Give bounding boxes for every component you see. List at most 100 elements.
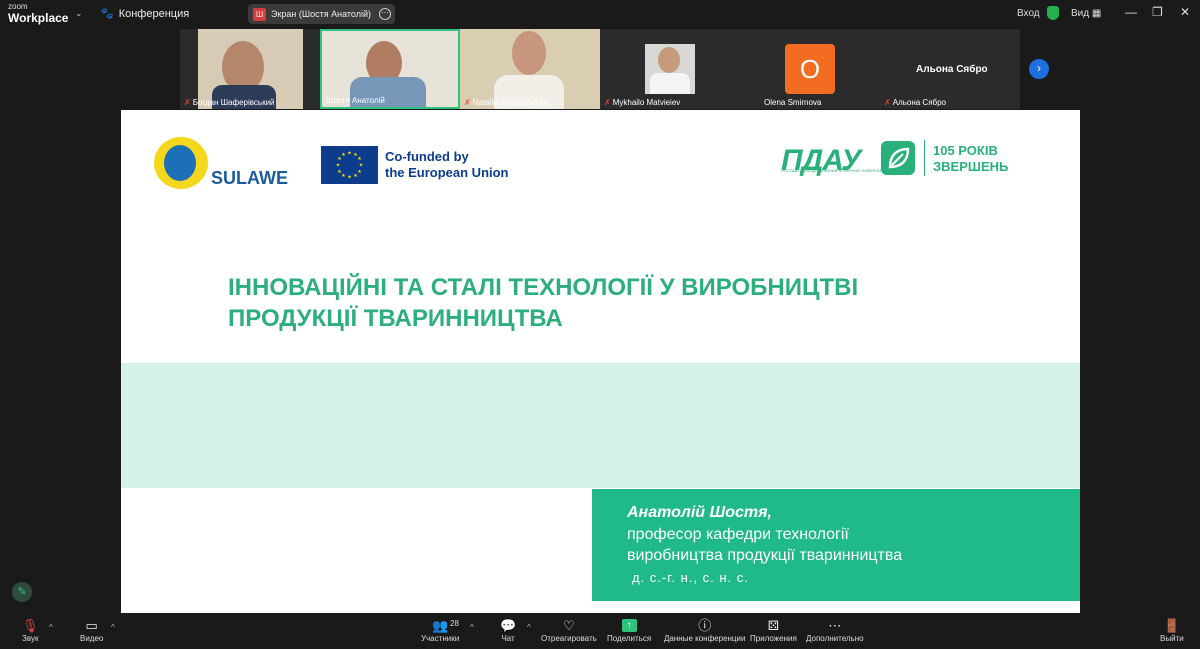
author-role-2: виробництва продукції тваринництва [627,547,903,564]
screen-share-indicator[interactable]: Ш Экран (Шостя Анатолій) ⋯ [248,4,395,24]
author-box: Анатолій Шостя, професор кафедри техноло… [592,489,1080,601]
apps-icon: ⚄ [767,618,780,633]
participant-tile[interactable]: ✗ Богдан Шаферівський [180,29,320,109]
more-options-icon[interactable]: ⋯ [379,8,391,20]
participant-label: Альона Сябро [892,98,947,107]
sharer-avatar: Ш [253,7,266,21]
react-button[interactable]: ♡ Отреагировать [541,617,597,643]
participant-label: Шостя Анатолій [326,96,385,105]
chat-icon: 💬 [500,618,517,633]
meeting-toolbar: 🎙 Звук ^ ▭ Видео ^ 👥 Участники 28 ^ 💬 Ча… [0,614,1200,649]
close-icon[interactable]: ✕ [1180,5,1190,19]
mic-muted-icon: ✗ [884,98,891,107]
chat-button[interactable]: 💬 Чат [500,617,516,643]
svg-text:★: ★ [341,152,346,158]
participant-tile[interactable]: Альона Сябро ✗ Альона Сябро [880,29,1020,109]
leave-button[interactable]: 🚪 Выйти [1160,617,1184,643]
react-label: Отреагировать [541,634,597,643]
mic-muted-icon: 🎙 [22,618,39,633]
svg-text:★: ★ [357,156,362,162]
accent-band [121,363,1080,488]
share-label: Экран (Шостя Анатолій) [271,9,372,19]
chevron-down-icon[interactable]: ⌄ [75,8,83,19]
participant-label: Olena Smirnova [764,98,822,107]
more-button[interactable]: ⋯ Дополнительно [806,617,864,643]
meeting-menu[interactable]: 🐾 Конференция [100,7,190,21]
title-bar: zoom Workplace ⌄ 🐾 Конференция Ш Экран (… [0,0,1200,28]
svg-text:★: ★ [357,169,362,175]
share-arrow-icon: ↑ [621,619,637,632]
exit-icon: 🚪 [1163,618,1180,633]
brand-top: zoom [8,2,28,11]
svg-text:★: ★ [353,173,358,179]
participant-name: ✗ Mykhailo Matvieiev [604,98,680,107]
info-label: Данные конференции [664,634,746,643]
video-label: Видео [80,634,104,643]
heart-icon: ♡ [563,618,575,633]
mic-muted-icon: ✗ [464,98,471,107]
participants-caret-icon[interactable]: ^ [470,623,474,632]
participant-label: Natallia Hryshchenko [472,98,549,107]
title-line-1: ІННОВАЦІЙНІ ТА СТАЛІ ТЕХНОЛОГІЇ У ВИРОБН… [228,274,859,301]
leaf-icon [881,141,915,175]
audio-label: Звук [22,634,39,643]
participant-display-name: Альона Сябро [916,64,988,75]
audio-caret-icon[interactable]: ^ [49,623,53,632]
next-page-icon[interactable]: › [1029,59,1049,79]
participants-strip: ✗ Богдан Шаферівський Шостя Анатолій ✗ Nat… [180,29,1020,109]
participant-name: Шостя Анатолій [326,96,385,105]
more-label: Дополнительно [806,634,864,643]
participants-count: 28 [450,619,459,628]
participant-name: Olena Smirnova [764,98,821,107]
mic-muted-icon: ✗ [604,98,611,107]
camera-icon: ▭ [85,618,98,633]
video-shirt [650,73,690,94]
signin-button[interactable]: Вход [1017,8,1040,19]
video-person [658,47,680,73]
paw-icon: 🐾 [100,8,114,20]
view-button[interactable]: Вид ▦ [1071,8,1101,19]
participant-tile[interactable]: ✗ Mykhailo Matvieiev [600,29,740,109]
shared-slide: SULAWE ★ ★ ★ ★ ★ ★ ★ ★ ★ ★ ★ ★ Co-funded by the … [121,110,1080,613]
sulawe-logo [154,137,208,189]
participant-name: ✗ Богдан Шаферівський [184,98,275,107]
eu-line-2: the European Union [385,165,509,180]
participant-tile[interactable]: O Olena Smirnova [740,29,880,109]
years-badge: 105 РОКІВ ЗВЕРШЕНЬ [933,143,1008,175]
view-label: Вид [1071,8,1090,19]
more-icon: ⋯ [828,618,842,633]
leave-label: Выйти [1160,634,1184,643]
video-button[interactable]: ▭ Видео [80,617,103,643]
slide-title: ІННОВАЦІЙНІ ТА СТАЛІ ТЕХНОЛОГІЇ У ВИРОБН… [228,272,1028,334]
brand-bottom: Workplace [8,11,69,25]
years-line-1: 105 РОКІВ [933,143,998,158]
chat-label: Чат [501,634,515,643]
svg-text:★: ★ [337,169,342,175]
info-icon: ⓘ [698,618,712,633]
author-name: Анатолій Шостя, [627,504,772,521]
divider [924,140,925,176]
participant-tile[interactable]: ✗ Natallia Hryshchenko [460,29,600,109]
apps-button[interactable]: ⚄ Приложения [750,617,797,643]
participant-label: Mykhailo Matvieiev [612,98,681,107]
minimize-icon[interactable]: — [1125,5,1137,19]
apps-label: Приложения [750,634,797,643]
people-icon: 👥 [432,618,449,633]
sulawe-text: SULAWE [211,168,289,188]
shield-icon[interactable] [1047,6,1059,20]
video-caret-icon[interactable]: ^ [111,623,115,632]
participant-tile-active[interactable]: Шостя Анатолій [320,29,460,109]
eu-line-1: Co-funded by [385,149,469,164]
restore-icon[interactable]: ❐ [1152,5,1163,19]
audio-button[interactable]: 🎙 Звук [22,617,39,643]
share-button[interactable]: ↑ Поделиться [607,617,651,643]
chat-caret-icon[interactable]: ^ [527,623,531,632]
annotate-pen-icon[interactable]: ✎ [12,582,32,602]
author-role-1: професор кафедри технології [627,526,849,543]
meeting-label: Конференция [118,7,190,20]
zoom-logo: zoom Workplace [8,2,69,25]
svg-text:★: ★ [347,151,352,157]
meeting-info-button[interactable]: ⓘ Данные конференции [664,617,745,643]
years-line-2: ЗВЕРШЕНЬ [933,159,1009,174]
title-line-2: ПРОДУКЦІЇ ТВАРИННИЦТВА [228,305,563,332]
